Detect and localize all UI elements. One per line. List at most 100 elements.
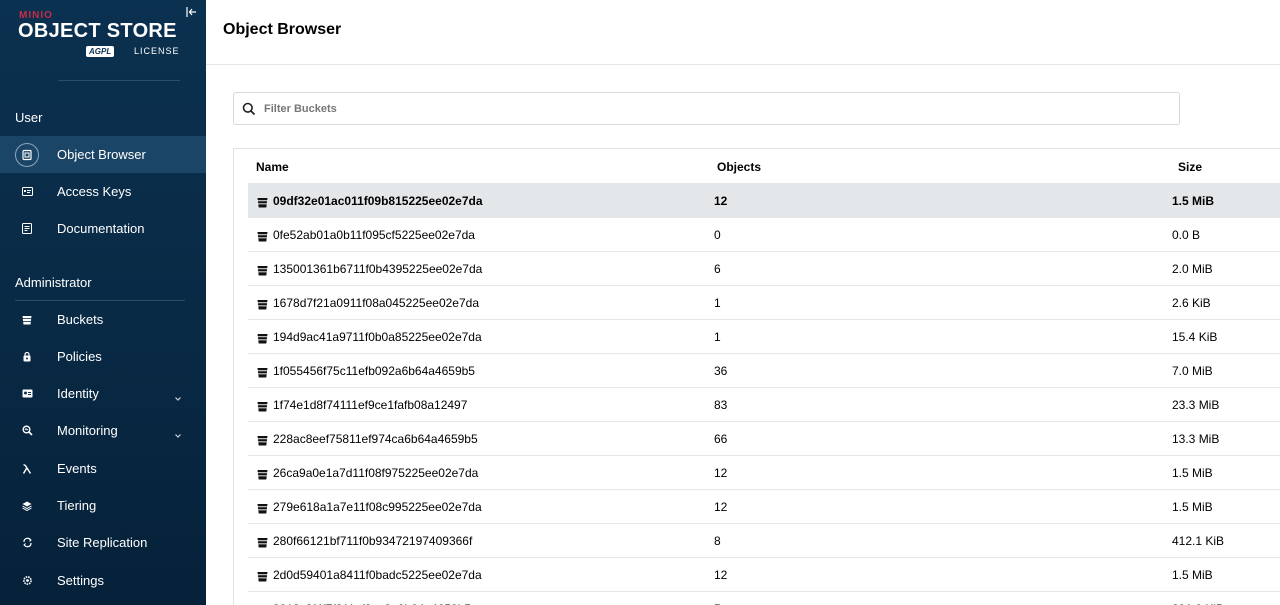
brand-agpl-badge: AGPL: [86, 46, 115, 57]
main-content: Object Browser Name Objects Size 09df32e…: [206, 0, 1280, 605]
nav-object-browser[interactable]: Object Browser: [0, 136, 206, 173]
table-row[interactable]: 26ca9a0e1a7d11f08f975225ee02e7da 12 1.5 Mi…: [248, 455, 1280, 489]
nav-label: Documentation: [57, 221, 145, 236]
bucket-icon: [257, 263, 268, 276]
bucket-icon: [257, 331, 268, 344]
bucket-icon: [257, 399, 268, 412]
table-row[interactable]: 135001361b6711f0b4395225ee02e7da 6 2.0 MiB: [248, 251, 1280, 285]
bucket-size: 2.0 MiB: [1172, 262, 1213, 276]
brand-logo: MINIO OBJECT STORE AGPL LICENSE: [18, 10, 188, 60]
chevron-down-icon[interactable]: [174, 390, 182, 401]
settings-icon: [21, 575, 33, 587]
bucket-name: 194d9ac41a9711f0b0a85225ee02e7da: [273, 330, 482, 344]
bucket-name: 1f74e1d8f74111ef9ce1fafb08a12497: [273, 398, 468, 412]
nav-label: Settings: [57, 573, 104, 588]
brand-title: OBJECT STORE: [18, 20, 177, 42]
chevron-down-icon[interactable]: [174, 427, 182, 438]
table-row[interactable]: 280f66121bf711f0b93472197409366f 8 412.1 K…: [248, 523, 1280, 557]
table-row[interactable]: 1678d7f21a0911f08a045225ee02e7da 1 2.6 KiB: [248, 285, 1280, 319]
bucket-objects: 12: [714, 568, 728, 582]
nav-label: Buckets: [57, 312, 104, 327]
bucket-size: 1.5 MiB: [1172, 194, 1215, 208]
nav-events[interactable]: Events: [0, 450, 206, 487]
bucket-name: 280f66121bf711f0b93472197409366f: [273, 534, 473, 548]
nav-identity[interactable]: Identity: [0, 375, 206, 412]
brand-license: LICENSE: [134, 46, 180, 56]
nav-label: Events: [57, 461, 97, 476]
documentation-icon: [21, 223, 33, 235]
table-row[interactable]: 1f74e1d8f74111ef9ce1fafb08a12497 83 23.3 M…: [248, 387, 1280, 421]
section-label-administrator: Administrator: [15, 275, 92, 290]
nav-buckets[interactable]: Buckets: [0, 301, 206, 338]
nav-label: Object Browser: [57, 147, 146, 162]
bucket-size: 1.5 MiB: [1172, 568, 1213, 582]
bucket-objects: 66: [714, 432, 728, 446]
page-title: Object Browser: [223, 21, 342, 38]
filter-buckets-field[interactable]: [233, 92, 1180, 125]
table-row[interactable]: 3013c8f4f7f811ef9ca2a6b64a4659b55291.0 K…: [248, 591, 1280, 605]
nav-documentation[interactable]: Documentation: [0, 210, 206, 247]
bucket-icon: [257, 297, 268, 310]
bucket-name: 135001361b6711f0b4395225ee02e7da: [273, 262, 483, 276]
table-row[interactable]: 228ac8eef75811ef974ca6b64a4659b5 66 13.3 M…: [248, 421, 1280, 455]
bucket-size: 2.6 KiB: [1172, 296, 1211, 310]
bucket-icon: [257, 229, 268, 242]
column-header-objects[interactable]: Objects: [717, 160, 761, 174]
table-row[interactable]: 279e618a1a7e11f08c995225ee02e7da 12 1.5 Mi…: [248, 489, 1280, 523]
sidebar: MINIO OBJECT STORE AGPL LICENSE User Obj…: [0, 0, 206, 605]
bucket-size: 0.0 B: [1172, 228, 1201, 242]
collapse-sidebar-icon[interactable]: [186, 5, 198, 17]
table-row[interactable]: 194d9ac41a9711f0b0a85225ee02e7da 1 15.4 Ki…: [248, 319, 1280, 353]
bucket-name: 228ac8eef75811ef974ca6b64a4659b5: [273, 432, 478, 446]
nav-label: Access Keys: [57, 184, 132, 199]
site-replication-icon: [21, 537, 33, 549]
bucket-icon: [257, 569, 268, 582]
bucket-size: 13.3 MiB: [1172, 432, 1220, 446]
table-row[interactable]: 1f055456f75c11efb092a6b64a4659b5 36 7.0 Mi…: [248, 353, 1280, 387]
bucket-objects: 1: [714, 330, 721, 344]
table-body: 09df32e01ac011f09b815225ee02e7da 12 1.5 Mi…: [248, 183, 1280, 605]
bucket-size: 1.5 MiB: [1172, 500, 1213, 514]
bucket-name: 26ca9a0e1a7d11f08f975225ee02e7da: [273, 466, 479, 480]
access-keys-icon: [21, 186, 33, 198]
search-icon: [242, 102, 256, 116]
buckets-icon: [21, 314, 33, 326]
nav-settings[interactable]: Settings: [0, 562, 206, 599]
bucket-name: 2d0d59401a8411f0badc5225ee02e7da: [273, 568, 482, 582]
table-row[interactable]: 0fe52ab01a0b11f095cf5225ee02e7da 0 0.0 B: [248, 217, 1280, 251]
nav-monitoring[interactable]: Monitoring: [0, 412, 206, 449]
section-label-user: User: [15, 110, 43, 125]
column-header-name[interactable]: Name: [256, 160, 289, 174]
nav-label: Policies: [57, 349, 102, 364]
nav-tiering[interactable]: Tiering: [0, 487, 206, 524]
bucket-icon: [257, 535, 268, 548]
buckets-table: Name Objects Size 09df32e01ac011f09b8152…: [233, 148, 1280, 605]
bucket-name: 09df32e01ac011f09b815225ee02e7da: [273, 194, 483, 208]
bucket-objects: 12: [714, 466, 728, 480]
nav-label: Monitoring: [57, 423, 118, 438]
bucket-icon: [257, 467, 268, 480]
table-row[interactable]: 09df32e01ac011f09b815225ee02e7da 12 1.5 Mi…: [248, 183, 1280, 217]
bucket-name: 1f055456f75c11efb092a6b64a4659b5: [273, 364, 475, 378]
bucket-name: 1678d7f21a0911f08a045225ee02e7da: [273, 296, 479, 310]
nav-label: Site Replication: [57, 535, 148, 550]
filter-buckets-input[interactable]: [264, 100, 1164, 118]
bucket-icon: [257, 433, 268, 446]
nav-access-keys[interactable]: Access Keys: [0, 173, 206, 210]
bucket-size: 7.0 MiB: [1172, 364, 1213, 378]
nav-policies[interactable]: Policies: [0, 338, 206, 375]
bucket-size: 412.1 KiB: [1172, 534, 1225, 548]
table-row[interactable]: 2d0d59401a8411f0badc5225ee02e7da 12 1.5 Mi…: [248, 557, 1280, 591]
object-browser-icon: [15, 142, 39, 167]
table-header: Name Objects Size: [234, 149, 1280, 183]
bucket-objects: 83: [714, 398, 728, 412]
lambda-icon: [21, 463, 33, 475]
bucket-name: 0fe52ab01a0b11f095cf5225ee02e7da: [273, 228, 475, 242]
bucket-objects: 12: [714, 194, 728, 208]
bucket-icon: [257, 501, 268, 514]
nav-site-replication[interactable]: Site Replication: [0, 524, 206, 561]
tiering-icon: [21, 500, 33, 512]
bucket-size: 15.4 KiB: [1172, 330, 1218, 344]
column-header-size[interactable]: Size: [1178, 160, 1202, 174]
bucket-icon: [257, 195, 268, 208]
